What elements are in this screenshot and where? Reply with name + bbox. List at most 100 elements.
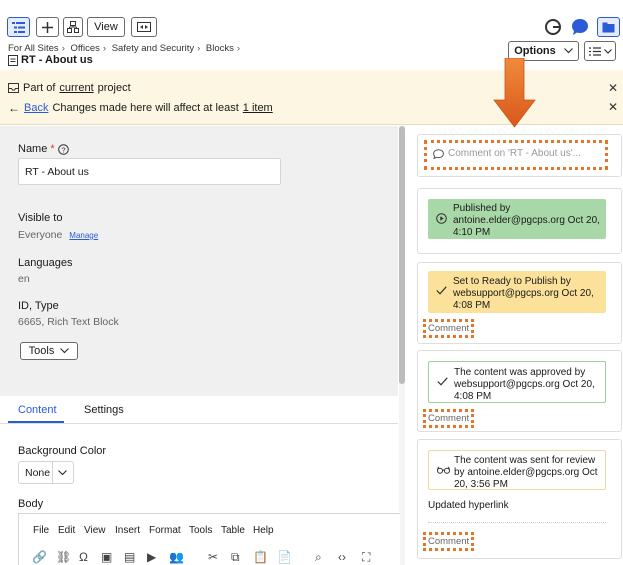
fullscreen-icon[interactable]: ⛶ [362,550,370,565]
document-icon [8,54,18,66]
breadcrumb-item[interactable]: Blocks [206,43,234,54]
chevron-down-icon [60,348,70,354]
comment-link[interactable]: Comment [428,323,469,334]
chat-icon[interactable] [571,18,589,36]
loading-icon[interactable] [544,18,562,36]
name-label: Name [18,143,48,155]
plus-icon [42,21,53,33]
activity-card: The content was sent for review by antoi… [417,439,622,559]
help-icon[interactable]: ? [57,143,69,155]
editor-menu-tools[interactable]: Tools [189,525,212,536]
status-published: Published by antoine.elder@pgcps.org Oct… [428,199,606,239]
chevron-down-icon [603,48,612,54]
chevron-right-icon: › [61,43,65,54]
current-project-link[interactable]: current [59,82,93,94]
add-button[interactable] [36,17,59,37]
unlink-icon[interactable]: ⛓ [56,550,71,564]
review-note: Updated hyperlink [428,500,509,511]
editor-menu-format[interactable]: Format [149,525,181,536]
id-type-value: 6665, Rich Text Block [18,316,119,328]
page-title-row: RT - About us [8,54,93,66]
anchor-icon[interactable]: Ω [79,550,88,564]
name-label-row: Name * ? [18,143,69,155]
image-icon[interactable]: ▣ [101,550,112,564]
background-color-select[interactable]: None [18,461,74,484]
visible-to-row: Everyone Manage [18,229,98,241]
editor-menu-insert[interactable]: Insert [115,525,140,536]
close-icon[interactable]: ✕ [608,81,618,95]
comment-placeholder: Comment on 'RT - About us'... [448,148,581,159]
panel-toggle-button[interactable] [597,17,620,37]
breadcrumb-item[interactable]: For All Sites [8,43,59,54]
editor-menu-view[interactable]: View [84,525,106,536]
comment-icon [433,148,444,159]
list-options-button[interactable] [584,41,616,61]
status-text: The content was approved by websupport@p… [454,367,595,402]
sitemap-button[interactable] [63,17,83,37]
people-icon[interactable]: 👥 [169,550,184,564]
id-type-label: ID, Type [18,300,59,312]
activity-card: Published by antoine.elder@pgcps.org Oct… [417,188,622,254]
folder-icon [602,22,615,32]
divider [428,522,606,523]
languages-label: Languages [18,257,73,269]
name-input[interactable]: RT - About us [18,158,281,185]
link-icon[interactable]: 🔗 [32,550,47,564]
scrollbar[interactable] [399,126,405,565]
paste-icon[interactable]: 📋 [253,550,268,564]
status-text: The content was sent for review by antoi… [454,455,598,490]
chevron-right-icon: › [197,43,201,54]
active-tab-indicator [8,421,64,423]
tree-view-button[interactable] [7,17,30,37]
part-of-prefix: Part of [23,82,56,94]
activity-card: Set to Ready to Publish by websupport@pg… [417,262,622,344]
affected-items-link[interactable]: 1 item [243,102,273,114]
breadcrumb-item[interactable]: Offices [71,43,100,54]
visible-to-value: Everyone [18,229,63,241]
publish-icon [436,213,447,224]
tree-icon [12,21,25,33]
comment-link[interactable]: Comment [428,413,469,424]
breadcrumb-item[interactable]: Safety and Security [112,43,194,54]
editor-menu-file[interactable]: File [33,525,49,536]
part-of-suffix: project [97,82,131,94]
tools-dropdown[interactable]: Tools [20,342,78,360]
top-toolbar: View [0,0,623,40]
back-row: ← Back Changes made here will affect at … [8,101,273,115]
media-icon[interactable]: ▤ [124,550,135,564]
annotation-arrow-icon [493,58,536,128]
scrollbar-thumb[interactable] [399,126,405,384]
editor-menu-edit[interactable]: Edit [58,525,75,536]
arrow-left-icon: ← [8,101,20,115]
copy-icon[interactable]: ⧉ [231,550,240,565]
tab-settings[interactable]: Settings [84,404,124,416]
video-icon[interactable]: ▶ [147,550,156,564]
svg-text:?: ? [61,145,65,154]
chevron-right-icon: › [102,43,107,54]
back-link[interactable]: Back [24,102,48,114]
compare-icon [137,22,151,32]
comment-link[interactable]: Comment [428,536,469,547]
inbox-icon [8,83,19,93]
status-review: The content was sent for review by antoi… [428,450,606,490]
search-icon[interactable]: ⌕ [315,550,322,565]
status-approved: The content was approved by websupport@p… [428,361,606,403]
view-button[interactable]: View [87,17,125,37]
comment-placeholder-row: Comment on 'RT - About us'... [433,148,581,159]
close-icon[interactable]: ✕ [608,100,618,114]
check-icon [436,286,447,295]
required-mark: * [50,143,55,155]
background-color-value: None [25,466,51,479]
paste-text-icon[interactable]: 📄 [277,550,292,564]
editor-menu-table[interactable]: Table [221,525,245,536]
visible-to-label: Visible to [18,212,63,224]
cut-icon[interactable]: ✂ [208,550,218,564]
activity-card: The content was approved by websupport@p… [417,350,622,432]
code-icon[interactable]: ‹› [338,550,346,564]
tab-content[interactable]: Content [18,404,57,416]
compare-button[interactable] [131,17,157,37]
sitemap-icon [67,21,79,33]
manage-link[interactable]: Manage [69,231,98,240]
editor-menu-help[interactable]: Help [253,525,274,536]
chevron-right-icon: › [236,43,241,54]
